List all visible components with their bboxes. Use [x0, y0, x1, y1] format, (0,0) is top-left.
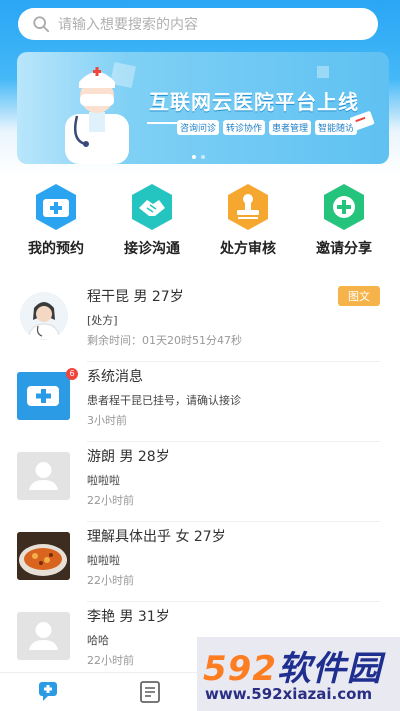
- banner-pager: [192, 155, 205, 159]
- message-time: 22小时前: [87, 654, 134, 667]
- quick-action-invite-share[interactable]: 邀请分享: [299, 182, 389, 258]
- message-time: 3小时前: [87, 414, 127, 427]
- contact-name: 游朗 男 28岁: [87, 449, 170, 465]
- list-item[interactable]: 理解具体出乎 女 27岁 啦啦啦 22小时前: [0, 522, 400, 602]
- plus-circle-icon: [324, 184, 364, 230]
- message-preview: 啦啦啦: [87, 554, 120, 567]
- banner-tags: 咨询问诊 转诊协作 患者管理 智能随访: [177, 120, 358, 135]
- unread-badge: 6: [66, 368, 78, 380]
- doctor-avatar: [20, 292, 68, 340]
- stamp-icon: [228, 184, 268, 230]
- default-user-avatar: [17, 452, 70, 500]
- consult-type-tag: 图文: [338, 286, 380, 306]
- contact-name: 系统消息: [87, 369, 143, 385]
- contact-name: 理解具体出乎 女 27岁: [87, 529, 226, 545]
- list-item[interactable]: 游朗 男 28岁 啦啦啦 22小时前: [0, 442, 400, 522]
- default-user-avatar: [17, 612, 70, 660]
- message-preview: [处方]: [87, 314, 118, 327]
- banner-tag: 转诊协作: [223, 120, 266, 135]
- tab-records[interactable]: [138, 681, 162, 707]
- message-preview: 啦啦啦: [87, 474, 120, 487]
- banner-divider: [147, 122, 177, 124]
- contact-name: 程干昆 男 27岁: [87, 289, 184, 305]
- hospital-plus-icon: [36, 184, 76, 230]
- search-icon: [33, 16, 50, 33]
- message-time: 22小时前: [87, 574, 134, 587]
- watermark-brand-text: 软件园: [276, 649, 382, 689]
- quick-action-label: 处方审核: [220, 241, 276, 257]
- quick-action-consult[interactable]: 接诊沟通: [107, 182, 197, 258]
- promo-banner[interactable]: 互联网云医院平台上线 咨询问诊 转诊协作 患者管理 智能随访: [17, 52, 389, 164]
- quick-action-appointments[interactable]: 我的预约: [11, 182, 101, 258]
- document-icon: [140, 681, 160, 703]
- quick-actions: 我的预约 接诊沟通 处方审核 邀请分享: [0, 182, 400, 258]
- search-bar[interactable]: 请输入想要搜索的内容: [18, 8, 378, 40]
- quick-action-label: 我的预约: [28, 241, 84, 257]
- medical-card-icon: [350, 111, 375, 131]
- list-item[interactable]: 6 系统消息 患者程干昆已挂号，请确认接诊 3小时前: [0, 362, 400, 442]
- pager-dot-active: [192, 155, 196, 159]
- banner-title: 互联网云医院平台上线: [149, 90, 359, 114]
- chat-plus-icon: [39, 682, 57, 701]
- message-preview: 患者程干昆已挂号，请确认接诊: [87, 394, 241, 407]
- banner-tag: 咨询问诊: [177, 120, 220, 135]
- list-item[interactable]: 程干昆 男 27岁 图文 [处方] 剩余时间：01天20时51分47秒: [0, 282, 400, 362]
- watermark-brand: 592软件园: [203, 641, 382, 690]
- watermark-url: www.592xiazai.com: [205, 685, 373, 703]
- quick-action-prescription-review[interactable]: 处方审核: [203, 182, 293, 258]
- remaining-time: 剩余时间：01天20时51分47秒: [87, 334, 242, 347]
- system-message-icon: [17, 372, 70, 420]
- handshake-icon: [132, 184, 172, 230]
- tab-messages[interactable]: [38, 681, 62, 707]
- search-placeholder: 请输入想要搜索的内容: [58, 17, 198, 33]
- message-time: 22小时前: [87, 494, 134, 507]
- watermark-logo: 592软件园 www.592xiazai.com: [197, 637, 400, 711]
- decor-cube: [317, 66, 329, 78]
- quick-action-label: 邀请分享: [316, 241, 372, 257]
- quick-action-label: 接诊沟通: [124, 241, 180, 257]
- watermark-brand-num: 592: [203, 649, 277, 689]
- pager-dot: [201, 155, 205, 159]
- message-preview: 哈哈: [87, 634, 109, 647]
- doctor-illustration: [65, 67, 129, 164]
- contact-name: 李艳 男 31岁: [87, 609, 170, 625]
- banner-tag: 患者管理: [269, 120, 312, 135]
- food-photo-avatar: [17, 532, 70, 580]
